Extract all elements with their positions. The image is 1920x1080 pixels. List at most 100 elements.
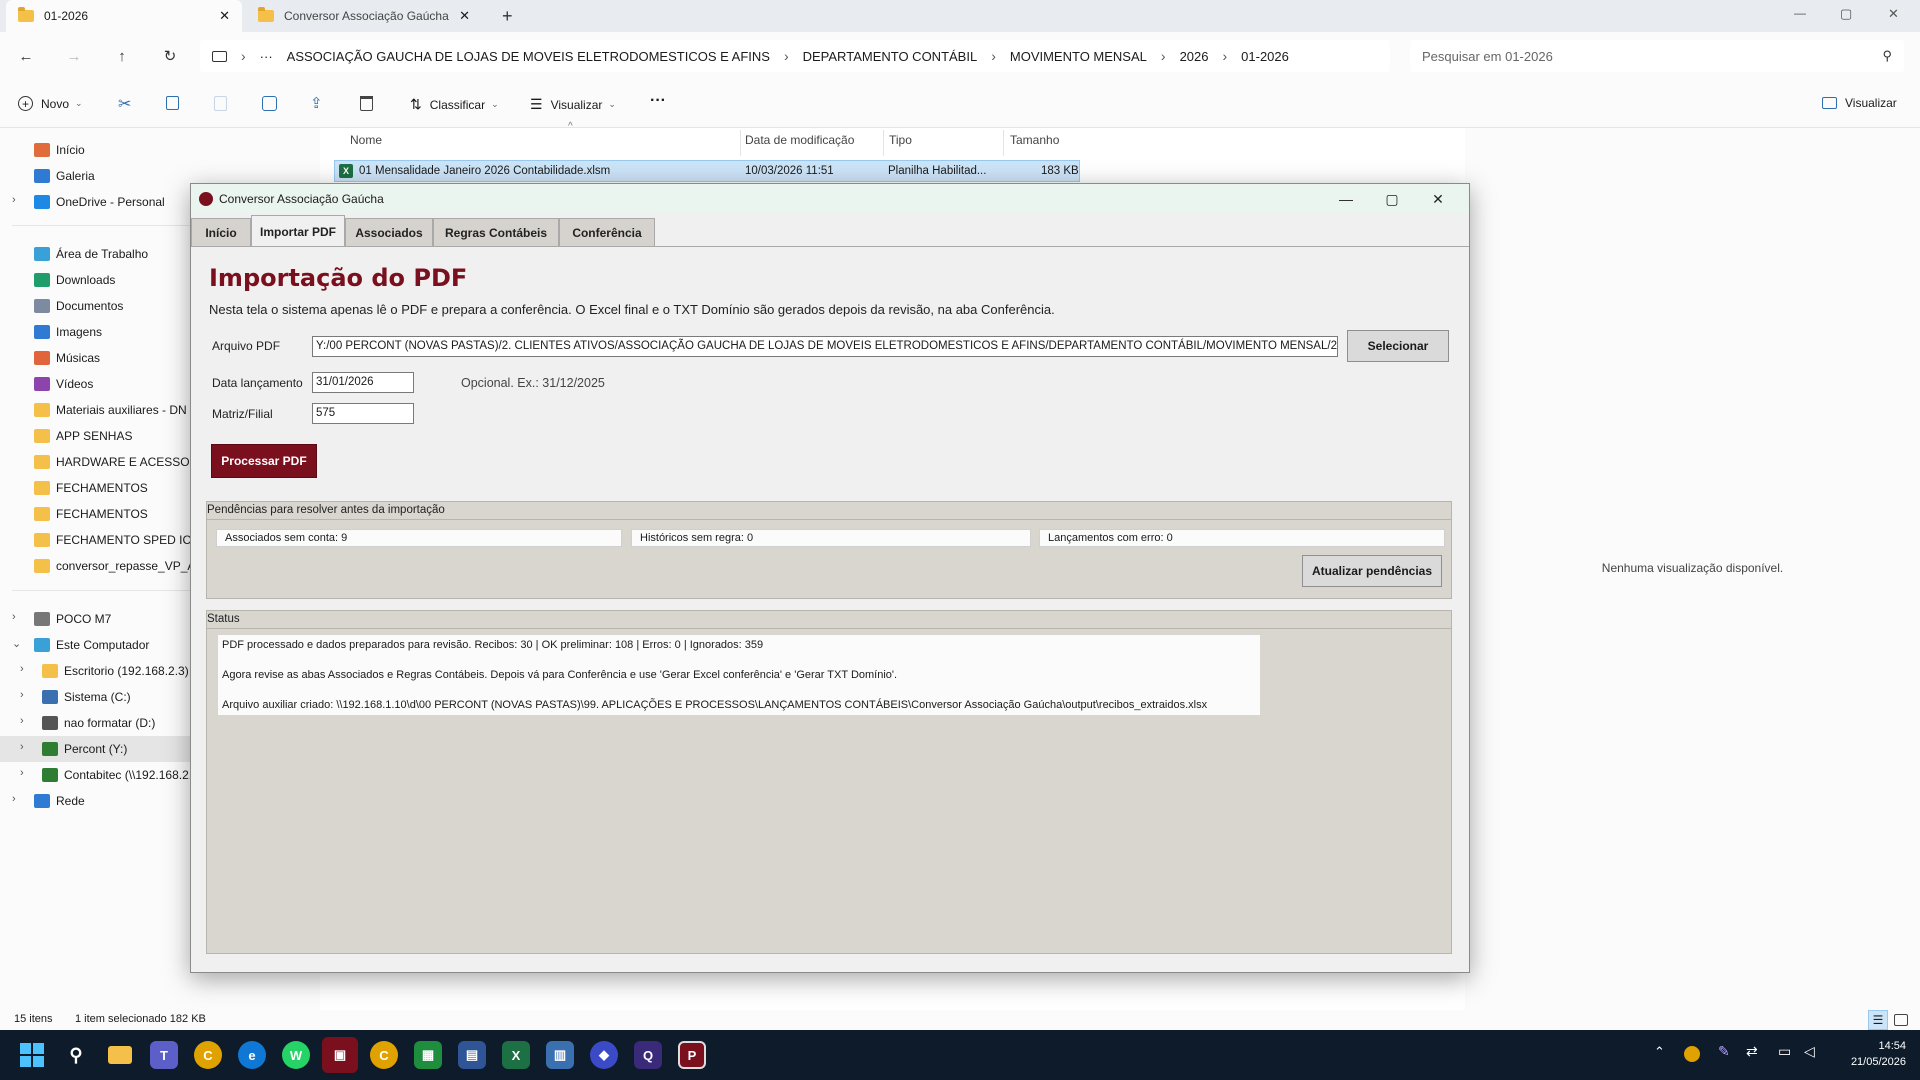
minimize-icon[interactable]: — [1794,6,1806,20]
up-icon[interactable]: ↑ [108,42,136,70]
cut-icon[interactable]: ✂ [118,94,131,114]
chevron-right-icon[interactable]: › [12,194,16,206]
forward-icon[interactable]: → [60,42,88,70]
monitor-icon[interactable]: ▭ [1778,1043,1791,1060]
explorer-tab-conversor[interactable]: Conversor Associação Gaúcha ✕ [246,0,482,32]
chrome-profile-icon[interactable]: C [370,1041,398,1069]
breadcrumb-item[interactable]: DEPARTAMENTO CONTÁBIL [803,49,978,64]
delete-icon[interactable] [360,96,373,111]
tab-regras-contabeis[interactable]: Regras Contábeis [433,218,559,246]
sort-button[interactable]: ⇅ Classificar ⌄ [410,96,499,113]
refresh-icon[interactable]: ↻ [156,42,184,70]
new-tab-button[interactable]: + [502,6,513,27]
search-icon[interactable]: ⚲ [62,1041,90,1069]
edge-icon[interactable]: e [238,1041,266,1069]
details-view-icon[interactable]: ☰ [1868,1010,1888,1030]
view-button[interactable]: ☰ Visualizar ⌄ [530,96,616,113]
file-size: 183 KB [1041,165,1079,177]
chevron-right-icon[interactable]: › [20,741,24,753]
column-divider [1003,130,1004,156]
rename-icon[interactable] [262,96,277,111]
explorer-tab-01-2026[interactable]: 01-2026 ✕ [6,0,242,32]
refresh-pending-button[interactable]: Atualizar pendências [1302,555,1442,587]
chrome-icon[interactable]: C [194,1041,222,1069]
file-explorer-icon[interactable] [106,1041,134,1069]
back-icon[interactable]: ← [12,42,40,70]
close-window-icon[interactable]: ✕ [1888,6,1899,22]
pen-icon[interactable]: ✎ [1718,1043,1730,1060]
pdf-path-input[interactable]: Y:/00 PERCONT (NOVAS PASTAS)/2. CLIENTES… [312,336,1338,357]
breadcrumb-item[interactable]: MOVIMENTO MENSAL [1010,49,1147,64]
status-title: Status [207,613,240,625]
app-icon[interactable]: ▥ [546,1041,574,1069]
network-icon[interactable]: ⇄ [1746,1043,1758,1060]
tab-inicio[interactable]: Início [191,218,251,246]
excel-icon[interactable]: X [502,1041,530,1069]
search-input[interactable]: Pesquisar em 01-2026 ⚲ [1410,40,1904,72]
breadcrumb-item[interactable]: 2026 [1180,49,1209,64]
pending-title: Pendências para resolver antes da import… [207,504,445,516]
more-options-icon[interactable]: ··· [650,92,666,110]
column-name[interactable]: Nome [350,133,382,147]
app-icon[interactable]: ▤ [458,1041,486,1069]
status-log: PDF processado e dados preparados para r… [218,635,1260,715]
import-pdf-page: Importação do PDF Nesta tela o sistema a… [191,246,1469,972]
new-label: Novo [41,96,70,111]
table-row[interactable]: X 01 Mensalidade Janeiro 2026 Contabilid… [334,160,1080,182]
address-bar[interactable]: › ··· ASSOCIAÇÃO GAUCHA DE LOJAS DE MOVE… [200,40,1390,72]
chevron-right-icon[interactable]: › [20,663,24,675]
tab-importar-pdf[interactable]: Importar PDF [251,215,345,247]
close-tab-icon[interactable]: ✕ [459,8,470,24]
column-type[interactable]: Tipo [889,133,912,147]
column-size[interactable]: Tamanho [1010,133,1059,147]
whatsapp-icon[interactable]: W [282,1041,310,1069]
branch-input[interactable]: 575 [312,403,414,424]
tab-conferencia[interactable]: Conferência [559,218,655,246]
app-icon[interactable]: P [678,1041,706,1069]
sidebar-item-icon [34,794,50,808]
close-tab-icon[interactable]: ✕ [219,8,230,24]
sidebar-item[interactable]: Início [0,137,320,163]
paste-icon[interactable] [214,96,227,111]
chevron-down-icon: ⌄ [608,99,616,109]
chevron-right-icon[interactable]: › [12,793,16,805]
app-taskbar-icon[interactable]: ▣ [322,1037,358,1073]
select-file-button[interactable]: Selecionar [1347,330,1449,362]
copy-icon[interactable] [166,96,179,110]
breadcrumb-more[interactable]: ··· [260,49,273,64]
chevron-right-icon[interactable]: › [20,715,24,727]
share-icon[interactable]: ⇪ [310,94,323,112]
chrome-tray-icon[interactable] [1684,1046,1700,1062]
close-window-icon[interactable]: ✕ [1415,184,1461,214]
chevron-right-icon[interactable]: › [20,767,24,779]
date: 21/05/2026 [1850,1056,1906,1068]
sidebar-item-icon [34,481,50,495]
minimize-icon[interactable]: — [1323,184,1369,214]
chevron-right-icon[interactable]: › [12,611,16,623]
process-pdf-button[interactable]: Processar PDF [211,444,317,478]
app-icon[interactable]: Q [634,1041,662,1069]
calculator-icon[interactable]: ▦ [414,1041,442,1069]
chevron-up-icon[interactable]: ⌃ [1654,1044,1665,1060]
preview-pane-button[interactable]: Visualizar [1822,96,1897,110]
column-modified[interactable]: Data de modificação [745,133,854,147]
clock[interactable]: 14:54 21/05/2026 [1836,1038,1906,1070]
chevron-down-icon[interactable]: ⌄ [12,637,21,650]
volume-icon[interactable]: ◁ [1804,1043,1815,1060]
date-input[interactable]: 31/01/2026 [312,372,414,393]
teams-icon[interactable]: T [150,1041,178,1069]
maximize-icon[interactable]: ▢ [1840,6,1852,22]
start-icon[interactable] [18,1041,46,1069]
new-button[interactable]: + Novo ⌄ [18,96,83,111]
maximize-icon[interactable]: ▢ [1369,184,1415,214]
breadcrumb-item[interactable]: 01-2026 [1241,49,1289,64]
breadcrumb-item[interactable]: ASSOCIAÇÃO GAUCHA DE LOJAS DE MOVEIS ELE… [287,49,770,64]
sidebar-item-label: Rede [56,794,85,808]
sidebar-item-icon [34,559,50,573]
app-icon[interactable]: ◆ [590,1041,618,1069]
pdf-file-label: Arquivo PDF [212,339,281,353]
sidebar-item-label: Downloads [56,273,116,287]
chevron-right-icon[interactable]: › [20,689,24,701]
tiles-view-icon[interactable] [1894,1014,1908,1026]
tab-associados[interactable]: Associados [345,218,433,246]
